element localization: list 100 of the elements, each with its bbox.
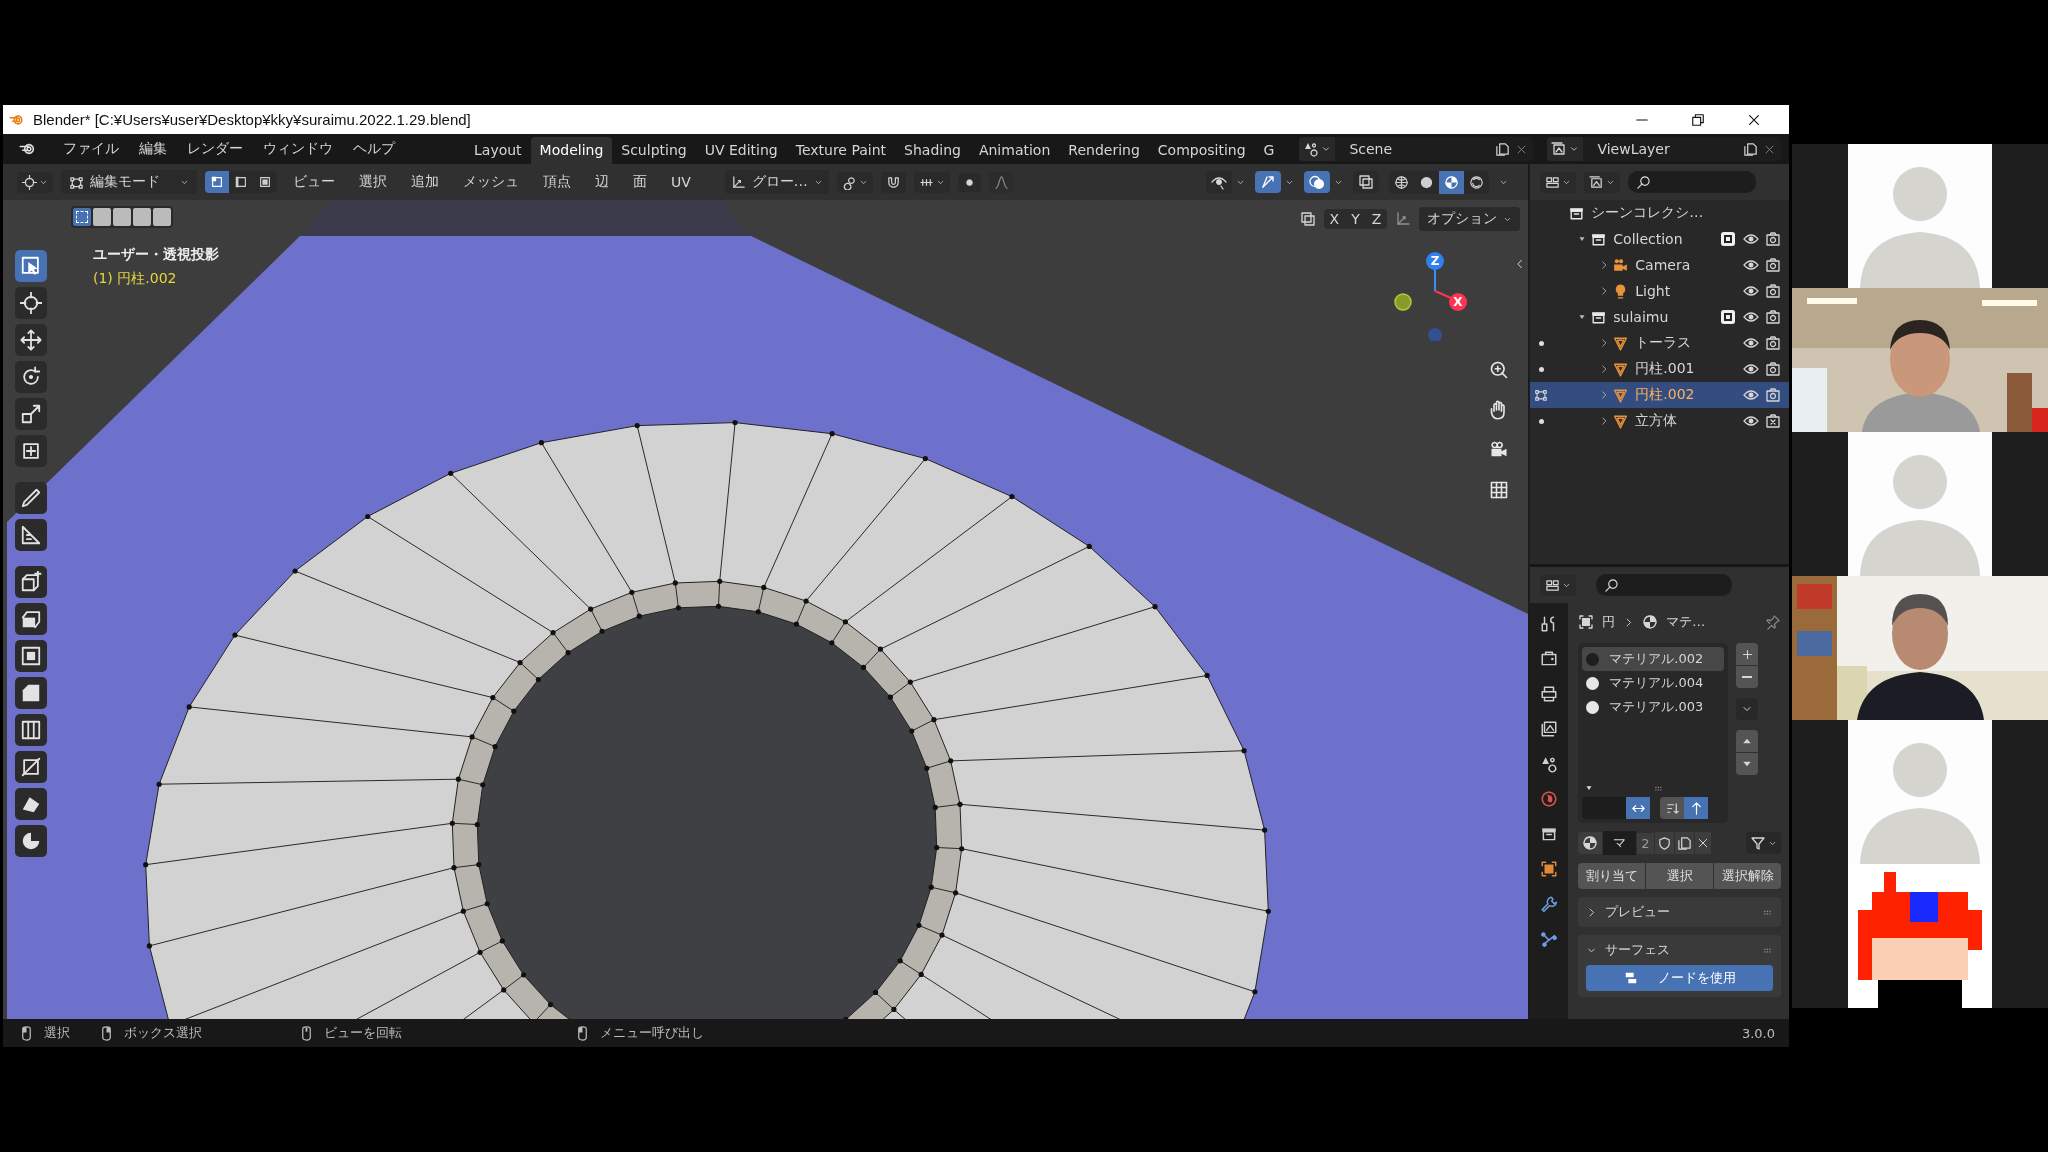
move-down-button[interactable] bbox=[1736, 753, 1759, 775]
gizmo-icon[interactable] bbox=[1255, 171, 1282, 193]
falloff-dropdown[interactable] bbox=[988, 171, 1014, 193]
remove-slot-button[interactable] bbox=[1736, 666, 1759, 688]
eye-icon[interactable] bbox=[1743, 257, 1759, 273]
scene-icon[interactable] bbox=[1303, 141, 1320, 157]
overlay-icon[interactable] bbox=[1304, 171, 1331, 193]
object-icon[interactable] bbox=[1540, 860, 1559, 878]
cursor-icon[interactable] bbox=[15, 287, 47, 319]
axis-handle[interactable] bbox=[1394, 293, 1412, 311]
move-up-button[interactable] bbox=[1736, 730, 1759, 752]
camera-icon[interactable] bbox=[1765, 387, 1781, 403]
selection-mode-button[interactable] bbox=[73, 208, 91, 226]
3d-viewport[interactable]: ユーザー・透視投影 (1) 円柱.002 X Y Z オプション Z X bbox=[3, 200, 1529, 1019]
swap-toggle[interactable] bbox=[1626, 797, 1651, 819]
render-icon[interactable] bbox=[1540, 650, 1559, 668]
dot-icon[interactable] bbox=[1538, 418, 1544, 424]
display-mode-dropdown[interactable] bbox=[1540, 171, 1577, 193]
spin-icon[interactable] bbox=[15, 825, 47, 857]
outliner-row[interactable]: Light bbox=[1530, 278, 1789, 304]
axis-gizmo[interactable]: Z X bbox=[1390, 251, 1480, 341]
loop-cut-icon[interactable] bbox=[15, 714, 47, 746]
axis-handle[interactable] bbox=[1428, 328, 1442, 341]
outliner-row[interactable]: sulaimu bbox=[1530, 304, 1789, 330]
view-layer-icon[interactable] bbox=[1551, 141, 1568, 157]
object-icon[interactable] bbox=[1578, 614, 1595, 630]
globe-icon[interactable] bbox=[1540, 790, 1559, 808]
inset-icon[interactable] bbox=[15, 640, 47, 672]
options-dropdown[interactable]: オプション bbox=[1419, 207, 1521, 231]
particles-icon[interactable] bbox=[1540, 930, 1559, 948]
editor-type-button[interactable] bbox=[17, 171, 53, 193]
panel-header[interactable]: サーフェス bbox=[1578, 935, 1781, 959]
restore-icon[interactable] bbox=[1691, 112, 1705, 127]
filter-dropdown[interactable] bbox=[1584, 171, 1621, 193]
menu-item[interactable]: ヘルプ bbox=[343, 140, 405, 158]
vertex-select-button[interactable] bbox=[205, 171, 229, 193]
workspace-tab[interactable]: Sculpting bbox=[612, 137, 696, 164]
slot-action-button[interactable]: 割り当て bbox=[1578, 863, 1646, 889]
knife-icon[interactable] bbox=[15, 751, 47, 783]
collection-icon[interactable] bbox=[1540, 825, 1559, 843]
header-menu-item[interactable]: 選択 bbox=[351, 173, 395, 191]
material-slot[interactable]: マテリアル.004 bbox=[1582, 671, 1725, 695]
search-field[interactable] bbox=[1596, 574, 1733, 596]
edit-mode-icon[interactable] bbox=[1534, 388, 1549, 402]
camera-icon[interactable] bbox=[1765, 309, 1781, 325]
browse-material-button[interactable] bbox=[1578, 832, 1603, 854]
outliner-row[interactable]: シーンコレクシ… bbox=[1530, 200, 1789, 226]
workspace-tab[interactable]: Modeling bbox=[530, 137, 613, 164]
panel-header[interactable]: プレビュー bbox=[1578, 897, 1781, 921]
breadcrumb-item[interactable]: マテ… bbox=[1666, 613, 1706, 631]
checkbox[interactable] bbox=[1721, 232, 1735, 246]
link-dropdown[interactable] bbox=[1746, 832, 1781, 854]
material-icon[interactable] bbox=[1642, 614, 1659, 630]
extrude-icon[interactable] bbox=[15, 603, 47, 635]
workspace-tab[interactable]: Animation bbox=[969, 137, 1060, 164]
eye-icon[interactable] bbox=[1743, 231, 1759, 247]
header-menu-item[interactable]: 面 bbox=[625, 173, 655, 191]
menu-item[interactable]: 編集 bbox=[129, 140, 177, 158]
axis-toggle[interactable]: X bbox=[1323, 209, 1346, 229]
axis-handle[interactable] bbox=[1449, 293, 1467, 311]
pivot-dropdown[interactable] bbox=[836, 171, 873, 193]
copy-icon[interactable] bbox=[1495, 141, 1511, 157]
add-cube-icon[interactable] bbox=[15, 566, 47, 598]
transform-icon[interactable] bbox=[15, 435, 47, 467]
camera-icon[interactable] bbox=[1765, 257, 1781, 273]
outliner-row[interactable]: Camera bbox=[1530, 252, 1789, 278]
slot-action-button[interactable]: 選択 bbox=[1646, 863, 1714, 889]
header-menu-item[interactable]: ビュー bbox=[285, 173, 343, 191]
scale-icon[interactable] bbox=[15, 398, 47, 430]
specials-dropdown[interactable] bbox=[1736, 698, 1759, 720]
bevel-icon[interactable] bbox=[15, 677, 47, 709]
close-icon[interactable] bbox=[1747, 112, 1761, 127]
slot-action-button[interactable]: 選択解除 bbox=[1714, 863, 1781, 889]
header-menu-item[interactable]: 追加 bbox=[403, 173, 447, 191]
snap-button[interactable] bbox=[880, 171, 906, 193]
workspace-tab[interactable]: Compositing bbox=[1148, 137, 1255, 164]
dot-icon[interactable] bbox=[1538, 366, 1544, 372]
eye-icon[interactable] bbox=[1743, 413, 1759, 429]
search-field[interactable] bbox=[1628, 171, 1757, 193]
workspace-tab[interactable]: UV Editing bbox=[695, 137, 787, 164]
material-name-field[interactable]: マ bbox=[1603, 831, 1637, 855]
header-menu-item[interactable]: メッシュ bbox=[455, 173, 527, 191]
material-shading-button[interactable] bbox=[1439, 170, 1465, 194]
header-menu-item[interactable]: 辺 bbox=[587, 173, 617, 191]
zoom-icon[interactable] bbox=[1489, 360, 1509, 380]
menu-item[interactable]: ウィンドウ bbox=[253, 140, 343, 158]
axis-handle[interactable] bbox=[1426, 252, 1444, 270]
orientation-dropdown[interactable]: グロー… bbox=[724, 170, 829, 194]
header-menu-item[interactable]: 頂点 bbox=[535, 173, 579, 191]
move-icon[interactable] bbox=[15, 324, 47, 356]
workspace-tab[interactable]: G bbox=[1254, 137, 1284, 164]
proportional-button[interactable] bbox=[957, 172, 981, 192]
camera-off-icon[interactable] bbox=[1765, 413, 1781, 429]
workspace-tab[interactable]: Shading bbox=[895, 137, 970, 164]
caret-icon[interactable] bbox=[1569, 144, 1580, 154]
checkbox[interactable] bbox=[1721, 310, 1735, 324]
outliner-row[interactable]: 円柱.001 bbox=[1530, 356, 1789, 382]
camera-icon[interactable] bbox=[1765, 335, 1781, 351]
camera-icon[interactable] bbox=[1765, 361, 1781, 377]
grid-icon[interactable] bbox=[1489, 480, 1509, 500]
